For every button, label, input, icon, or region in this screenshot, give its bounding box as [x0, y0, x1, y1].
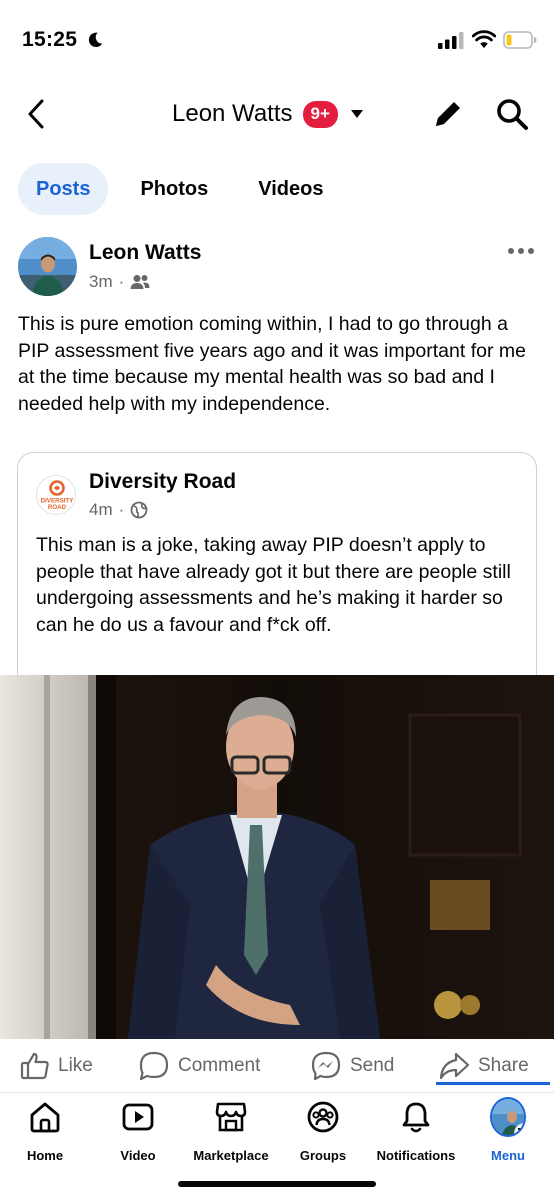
nav-home[interactable]: Home [0, 1099, 95, 1163]
logo-line-2: ROAD [48, 504, 67, 511]
nav-label-video: Video [120, 1148, 156, 1163]
share-label: Share [478, 1055, 529, 1076]
post-author-name[interactable]: Leon Watts [89, 241, 201, 265]
share-icon [439, 1052, 470, 1080]
post-actions: Like Comment Send Share [0, 1046, 554, 1086]
messenger-icon [311, 1051, 341, 1081]
nav-notifications[interactable]: Notifications [366, 1099, 466, 1163]
diversity-road-logo: DIVERSITY ROAD [41, 480, 74, 511]
nav-label-menu: Menu [491, 1148, 525, 1163]
share-button[interactable]: Share [438, 1046, 529, 1086]
menu-badge [514, 1123, 524, 1135]
shared-post-card[interactable]: DIVERSITY ROAD Diversity Road 4m · This … [17, 452, 537, 692]
send-label: Send [350, 1055, 395, 1076]
profile-header: Leon Watts 9+ [0, 84, 554, 144]
menu-avatar [490, 1097, 526, 1137]
moon-icon [88, 32, 103, 48]
back-button[interactable] [20, 94, 52, 134]
tab-videos[interactable]: Videos [240, 163, 341, 215]
nav-label-home: Home [26, 1148, 64, 1163]
avatar-photo [18, 237, 77, 296]
comment-button[interactable]: Comment [138, 1046, 260, 1086]
nav-label-marketplace: Marketplace [193, 1148, 269, 1163]
nav-video[interactable]: Video [88, 1099, 188, 1163]
active-indicator [436, 1082, 550, 1085]
profile-tabs: Posts Photos Videos [18, 163, 355, 215]
friends-icon [130, 275, 150, 289]
meta-separator: · [118, 500, 125, 519]
groups-icon [307, 1101, 339, 1133]
nav-groups[interactable]: Groups [273, 1099, 373, 1163]
comment-icon [139, 1051, 169, 1081]
notification-badge: 9+ [302, 100, 338, 128]
bell-icon [402, 1102, 430, 1133]
nav-marketplace[interactable]: Marketplace [181, 1099, 281, 1163]
send-button[interactable]: Send [310, 1046, 394, 1086]
post-text: This is pure emotion coming within, I ha… [18, 313, 526, 415]
wifi-icon [472, 30, 496, 48]
home-indicator [178, 1181, 376, 1187]
menu-lines-icon [518, 1128, 524, 1134]
meta-separator: · [118, 272, 125, 291]
edit-icon[interactable] [430, 96, 466, 132]
post-photo[interactable] [0, 675, 554, 1039]
post-meta: 3m · [89, 272, 150, 292]
battery-icon [503, 31, 537, 49]
signal-icon [438, 32, 464, 49]
globe-icon [130, 501, 148, 519]
like-label: Like [58, 1055, 93, 1076]
caret-down-icon [350, 110, 363, 118]
tab-photos[interactable]: Photos [122, 163, 226, 215]
marketplace-icon [215, 1102, 247, 1132]
back-icon [28, 99, 44, 129]
home-icon [30, 1102, 60, 1133]
shared-page-name[interactable]: Diversity Road [89, 470, 236, 494]
like-icon [20, 1052, 49, 1080]
like-button[interactable]: Like [20, 1046, 93, 1086]
tab-posts[interactable]: Posts [18, 163, 109, 215]
nav-label-groups: Groups [299, 1148, 347, 1163]
post-time[interactable]: 3m [89, 272, 113, 292]
comment-label: Comment [178, 1055, 261, 1076]
photo-image [0, 675, 554, 1039]
status-bar: 15:25 [0, 0, 554, 80]
more-options-icon[interactable] [506, 244, 536, 258]
author-avatar[interactable] [18, 237, 77, 296]
nav-label-notifications: Notifications [376, 1148, 456, 1163]
nav-menu[interactable]: Menu [458, 1097, 554, 1163]
search-icon[interactable] [494, 96, 530, 132]
shared-post-text: This man is a joke, taking away PIP does… [36, 534, 511, 636]
shared-post-meta: 4m · [89, 500, 148, 520]
status-time: 15:25 [22, 28, 78, 51]
profile-switcher[interactable]: Leon Watts 9+ [172, 94, 364, 134]
page-title: Leon Watts [172, 100, 293, 127]
video-icon [122, 1103, 154, 1131]
shared-post-time[interactable]: 4m [89, 500, 113, 520]
page-logo[interactable]: DIVERSITY ROAD [36, 475, 76, 515]
